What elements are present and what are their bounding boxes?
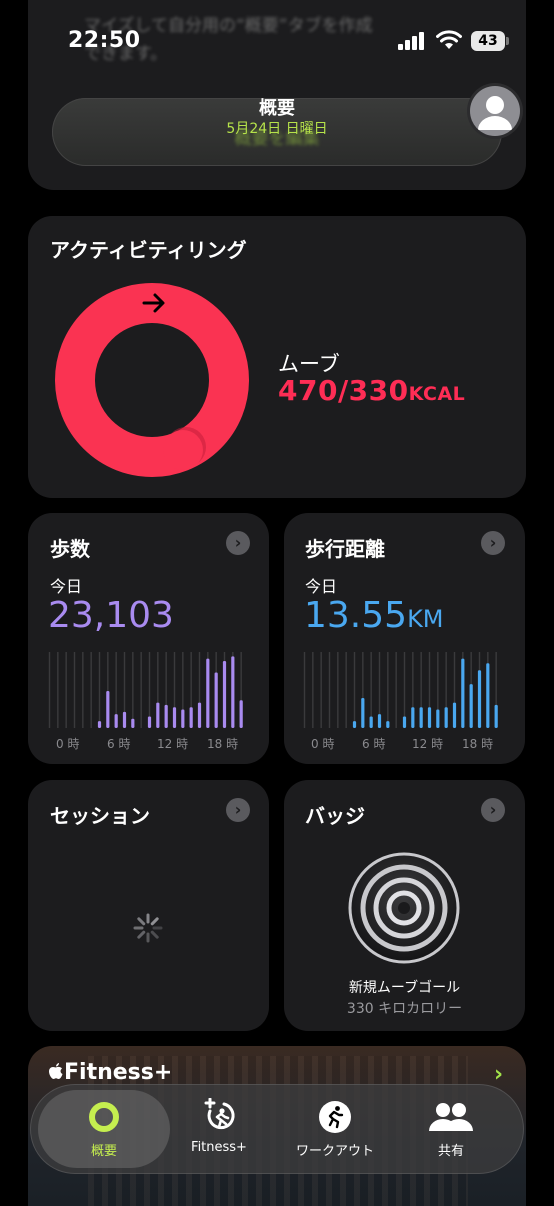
tab-summary[interactable]: 概要: [38, 1090, 170, 1168]
steps-bar: [172, 707, 177, 728]
move-goal-badge-icon: [348, 852, 460, 964]
spinner-spoke: [137, 930, 146, 939]
distance-title: 歩行距離: [305, 537, 385, 561]
sessions-title: セッション: [50, 804, 150, 828]
spinner-spoke: [137, 917, 146, 926]
steps-bar: [106, 691, 110, 728]
distance-axis-12: 12 時: [412, 737, 444, 751]
distance-bar: [427, 707, 432, 728]
person-icon: [478, 96, 512, 130]
move-unit: KCAL: [408, 383, 466, 405]
steps-period: 今日: [50, 577, 83, 596]
distance-hourly-chart: [303, 652, 498, 728]
workout-runner-icon: [319, 1101, 351, 1133]
tab-sharing[interactable]: 共有: [396, 1090, 506, 1168]
sessions-chevron-icon[interactable]: ›: [226, 798, 250, 822]
distance-axis-18: 18 時: [462, 737, 494, 751]
steps-bar: [181, 709, 185, 728]
distance-bar: [469, 684, 473, 728]
wifi-icon: [436, 30, 462, 49]
distance-bar: [494, 704, 498, 728]
badge-detail: 330 キロカロリー: [346, 1001, 463, 1017]
steps-bar: [97, 721, 102, 728]
steps-bar: [164, 704, 168, 728]
steps-hourly-chart: [48, 652, 243, 728]
steps-title: 歩数: [50, 537, 90, 561]
fitness-plus-icon: [204, 1098, 235, 1130]
spinner-spoke: [150, 917, 159, 926]
page-date: 5月24日 日曜日: [226, 121, 328, 137]
fitness-plus-logo: Fitness+: [48, 1060, 172, 1085]
move-value: 470/330KCAL: [278, 374, 466, 407]
steps-bar: [131, 718, 135, 728]
distance-bar: [477, 670, 482, 728]
tab-sharing-label: 共有: [437, 1144, 464, 1159]
distance-bar: [352, 721, 357, 728]
distance-unit: KM: [407, 605, 444, 633]
distance-bar: [411, 707, 415, 728]
distance-bar: [486, 663, 490, 728]
distance-period: 今日: [305, 577, 338, 596]
distance-bar: [402, 716, 407, 728]
distance-bar: [444, 707, 448, 728]
tab-fitness-plus[interactable]: Fitness+: [164, 1090, 274, 1168]
spinner-spoke: [150, 930, 159, 939]
status-time: 22:50: [68, 28, 141, 53]
steps-bar: [214, 672, 218, 728]
fitness-plus-chevron-icon: ›: [494, 1062, 504, 1087]
battery-tip: [506, 37, 509, 45]
sharing-people-icon: [429, 1103, 473, 1131]
steps-bar: [156, 702, 160, 728]
steps-bar: [222, 660, 227, 728]
distance-bar: [419, 707, 423, 728]
tab-summary-label: 概要: [90, 1144, 117, 1159]
sessions-card[interactable]: セッション ›: [28, 780, 269, 1031]
distance-bar: [386, 721, 390, 728]
steps-axis-18: 18 時: [207, 737, 239, 751]
steps-bar: [239, 700, 243, 728]
badges-title: バッジ: [305, 804, 365, 828]
steps-bar: [189, 707, 193, 728]
activity-card-title: アクティビティリング: [50, 238, 247, 262]
steps-axis-12: 12 時: [157, 737, 189, 751]
distance-value: 13.55KM: [304, 595, 444, 636]
steps-bar: [147, 716, 152, 728]
fitness-plus-label: Fitness+: [64, 1060, 173, 1085]
steps-bar: [231, 656, 235, 728]
steps-value: 23,103: [48, 595, 174, 636]
battery-indicator: 43: [471, 31, 505, 51]
steps-axis-6: 6 時: [107, 737, 131, 751]
steps-bar: [122, 711, 127, 728]
tab-fitness-plus-label: Fitness+: [191, 1140, 247, 1155]
steps-bar: [114, 714, 118, 728]
badge-name: 新規ムーブゴール: [348, 980, 461, 996]
activity-rings-icon: [89, 1102, 119, 1132]
distance-bar: [377, 714, 382, 728]
distance-axis-6: 6 時: [362, 737, 386, 751]
distance-bar: [361, 697, 365, 728]
distance-chevron-icon[interactable]: ›: [481, 531, 505, 555]
loading-spinner-icon: [133, 913, 163, 943]
steps-bar: [197, 702, 202, 728]
distance-bar: [461, 658, 465, 728]
distance-bar: [452, 702, 457, 728]
steps-bar: [206, 658, 210, 728]
steps-axis-0: 0 時: [56, 737, 80, 751]
distance-bar: [369, 716, 373, 728]
tab-workout[interactable]: ワークアウト: [280, 1090, 390, 1168]
tab-workout-label: ワークアウト: [295, 1144, 374, 1159]
distance-axis-0: 0 時: [311, 737, 335, 751]
steps-chevron-icon[interactable]: ›: [226, 531, 250, 555]
cellular-signal-icon: [398, 32, 424, 50]
badges-chevron-icon[interactable]: ›: [481, 798, 505, 822]
move-ring-track: [55, 283, 249, 477]
profile-avatar[interactable]: [470, 86, 520, 136]
distance-bar: [436, 709, 440, 728]
move-ring: [55, 283, 249, 477]
move-ring-cap: [163, 430, 203, 470]
apple-logo-icon: [49, 1063, 63, 1079]
